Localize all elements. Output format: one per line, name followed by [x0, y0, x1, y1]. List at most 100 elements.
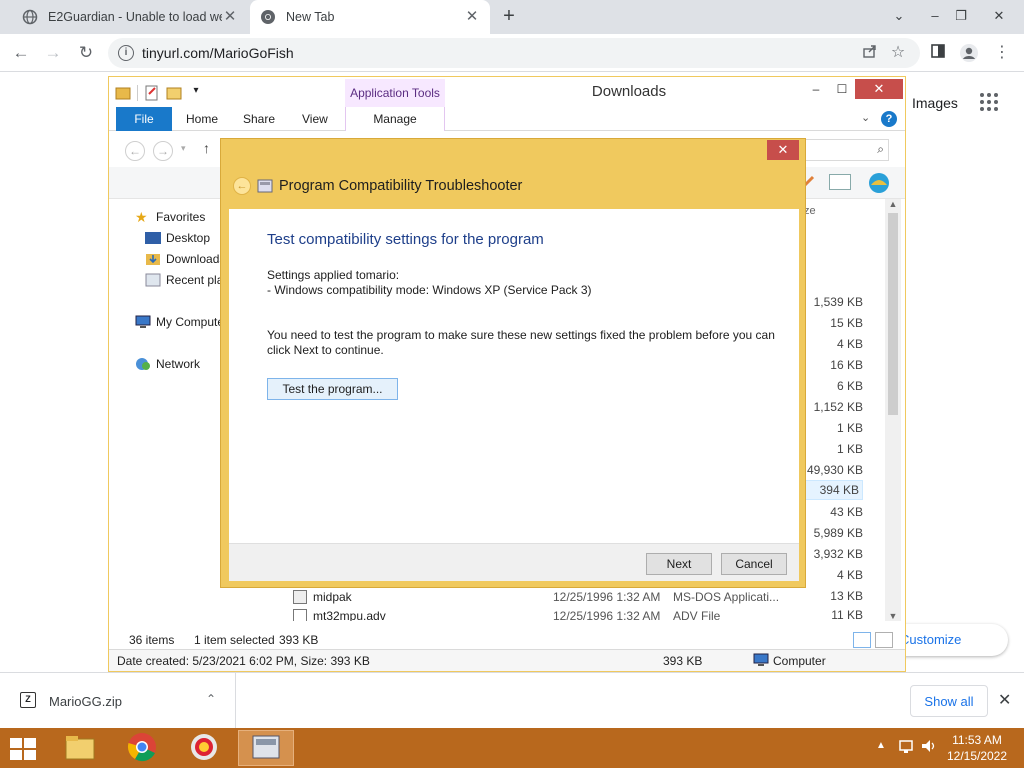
selected-size: 393 KB	[279, 633, 319, 647]
nav-label: Favorites	[156, 210, 206, 224]
taskbar-troubleshooter[interactable]	[238, 730, 294, 766]
explorer-forward-button[interactable]: →	[153, 141, 173, 161]
customize-qat-icon[interactable]: ▾	[188, 85, 204, 101]
tab-manage[interactable]: Manage	[345, 107, 445, 131]
explorer-back-button[interactable]: ←	[125, 141, 145, 161]
computer-icon	[753, 653, 769, 667]
taskbar-clock[interactable]: 11:53 AM 12/15/2022	[935, 732, 1019, 764]
menu-icon[interactable]: ⋮	[992, 43, 1012, 63]
nav-favorites[interactable]: ★ Favorites	[135, 208, 205, 226]
file-date: 12/25/1996 1:32 AM	[553, 590, 661, 604]
tab-home[interactable]: Home	[186, 107, 218, 131]
globe-icon	[22, 9, 38, 25]
navigation-pane: ★ Favorites Desktop Downloads Recent pla…	[109, 199, 229, 629]
taskbar-security-app[interactable]	[176, 730, 232, 766]
tab-file[interactable]: File	[116, 107, 172, 131]
dialog-body: Test compatibility settings for the prog…	[229, 209, 799, 543]
next-button[interactable]: Next	[646, 553, 712, 575]
site-info-icon[interactable]: i	[118, 45, 134, 61]
nav-desktop[interactable]: Desktop	[145, 229, 210, 247]
taskbar-file-explorer[interactable]	[52, 730, 108, 766]
download-item[interactable]: Z MarioGG.zip ⌃	[0, 673, 236, 729]
tab-view[interactable]: View	[302, 107, 328, 131]
dialog-heading: Test compatibility settings for the prog…	[267, 231, 544, 248]
test-program-button[interactable]: Test the program...	[267, 378, 398, 400]
scrollbar-thumb[interactable]	[888, 213, 898, 415]
dialog-close-button[interactable]: ✕	[767, 140, 799, 160]
taskbar-chrome[interactable]	[114, 730, 170, 766]
network-icon	[135, 357, 151, 371]
explorer-minimize-button[interactable]: –	[803, 79, 829, 99]
network-icon[interactable]	[898, 737, 916, 758]
cancel-button[interactable]: Cancel	[721, 553, 787, 575]
reload-button[interactable]: ↻	[74, 41, 98, 65]
compatibility-troubleshooter-dialog: ✕ ← Program Compatibility Troubleshooter…	[220, 138, 806, 588]
explorer-close-button[interactable]: ✕	[855, 79, 903, 99]
file-icon	[293, 609, 307, 621]
star-icon[interactable]: ☆	[888, 43, 908, 63]
new-tab-button[interactable]: +	[498, 6, 520, 28]
explorer-search-box[interactable]: ⌕	[799, 139, 889, 161]
search-icon: ⌕	[877, 142, 884, 156]
dialog-header: ← Program Compatibility Troubleshooter	[233, 175, 522, 197]
properties-icon[interactable]	[144, 85, 160, 101]
file-name: mt32mpu.adv	[313, 609, 386, 621]
file-date: 12/25/1996 1:32 AM	[553, 609, 661, 621]
tab-share[interactable]: Share	[243, 107, 275, 131]
address-bar[interactable]: i tinyurl.com/MarioGoFish ☆	[108, 38, 920, 68]
shelf-close-icon[interactable]: ✕	[998, 690, 1011, 710]
tab-close-icon[interactable]: ✕	[464, 9, 480, 25]
internet-explorer-icon[interactable]	[867, 171, 891, 195]
selected-count: 1 item selected	[194, 633, 275, 647]
tab-title: E2Guardian - Unable to load web	[48, 10, 222, 24]
ribbon-expand-icon[interactable]: ⌄	[861, 111, 870, 124]
new-folder-icon[interactable]	[166, 85, 182, 101]
apps-grid-icon[interactable]	[980, 93, 1000, 113]
explorer-maximize-button[interactable]: ☐	[829, 79, 855, 99]
nav-downloads[interactable]: Downloads	[145, 250, 229, 268]
tab-close-icon[interactable]: ✕	[222, 9, 238, 25]
tab-e2guardian[interactable]: E2Guardian - Unable to load web ✕	[12, 0, 248, 34]
forward-button[interactable]: →	[41, 41, 65, 65]
images-link[interactable]: Images	[912, 95, 958, 111]
details-view-icon[interactable]	[853, 632, 871, 648]
downloads-folder-icon	[145, 252, 161, 266]
tab-search-icon[interactable]: ⌄	[884, 4, 914, 28]
nav-recent-places[interactable]: Recent places	[145, 271, 229, 289]
scroll-down-icon[interactable]: ▼	[885, 611, 901, 621]
nav-label: My Computer	[156, 315, 229, 329]
up-arrow-icon[interactable]: ↑	[203, 140, 210, 156]
clock-date: 12/15/2022	[946, 749, 1008, 763]
recent-locations-icon[interactable]: ▾	[181, 143, 186, 154]
large-icons-view-icon[interactable]	[875, 632, 893, 648]
file-row[interactable]: midpak 12/25/1996 1:32 AM MS-DOS Applica…	[293, 588, 783, 606]
profile-icon[interactable]	[959, 43, 979, 63]
tab-new-tab[interactable]: New Tab ✕	[250, 0, 490, 34]
file-type: MS-DOS Applicati...	[673, 590, 780, 604]
back-button[interactable]: ←	[9, 41, 33, 65]
preview-pane-icon[interactable]	[829, 174, 851, 190]
dialog-back-button[interactable]: ←	[233, 177, 251, 195]
browser-toolbar: ← → ↻ i tinyurl.com/MarioGoFish ☆ ⋮	[0, 34, 1024, 72]
help-icon[interactable]: ?	[881, 111, 897, 127]
quick-access-toolbar: ▾	[115, 83, 204, 103]
folder-icon[interactable]	[115, 85, 131, 101]
start-button[interactable]	[10, 738, 38, 760]
nav-network[interactable]: Network	[135, 355, 200, 373]
close-window-button[interactable]: ✕	[984, 4, 1014, 28]
explorer-scrollbar[interactable]: ▲ ▼	[885, 199, 901, 621]
security-app-icon	[189, 732, 219, 765]
file-row[interactable]: mt32mpu.adv 12/25/1996 1:32 AM ADV File	[293, 609, 783, 621]
compat-mode-text: - Windows compatibility mode: Windows XP…	[267, 283, 592, 297]
dialog-footer: Next Cancel	[229, 543, 799, 581]
show-all-button[interactable]: Show all	[910, 685, 988, 717]
desktop-icon	[145, 231, 161, 245]
sidebar-icon[interactable]	[928, 43, 948, 63]
nav-my-computer[interactable]: My Computer	[135, 313, 229, 331]
scroll-up-icon[interactable]: ▲	[885, 199, 901, 209]
chevron-up-icon[interactable]: ⌃	[206, 692, 216, 706]
show-hidden-icons-icon[interactable]: ▲	[876, 740, 886, 751]
troubleshooter-icon	[251, 734, 281, 763]
share-icon[interactable]	[860, 43, 880, 63]
restore-button[interactable]: ❐	[946, 4, 976, 28]
